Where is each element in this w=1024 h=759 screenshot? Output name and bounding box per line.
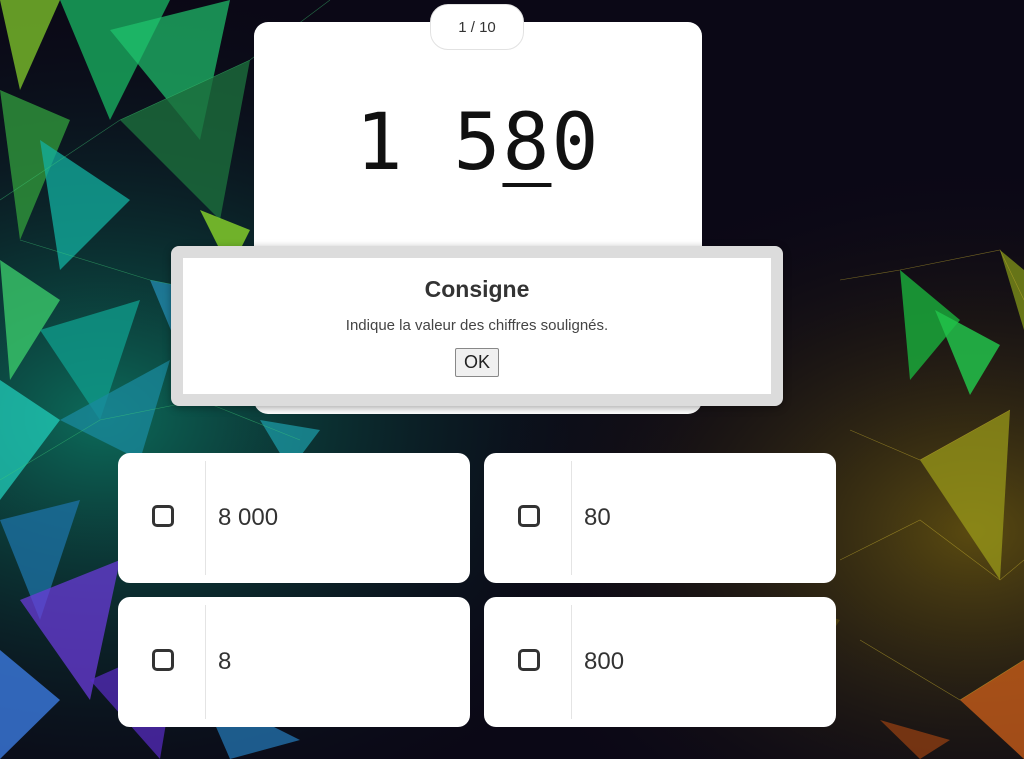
checkbox-icon[interactable] — [518, 649, 540, 671]
underlined-digit: 8 — [502, 98, 552, 188]
answer-option-2[interactable]: 80 — [484, 453, 836, 583]
question-counter: 1 / 10 — [430, 4, 524, 50]
answer-option-4[interactable]: 800 — [484, 597, 836, 727]
option-divider — [205, 461, 206, 575]
dialog-title: Consigne — [424, 276, 530, 302]
answer-label: 8 000 — [218, 504, 279, 531]
answer-label: 8 — [218, 648, 232, 675]
dialog-text: Indique la valeur des chiffres soulignés… — [345, 317, 609, 334]
number-prefix: 1 5 — [355, 98, 503, 188]
answer-label: 800 — [584, 648, 625, 675]
option-divider — [205, 605, 206, 719]
answer-option-1[interactable]: 8 000 — [118, 453, 470, 583]
option-divider — [571, 461, 572, 575]
instruction-dialog-body: Consigne Indique la valeur des chiffres … — [183, 258, 771, 394]
number-suffix: 0 — [551, 98, 601, 188]
instruction-dialog: Consigne Indique la valeur des chiffres … — [171, 246, 783, 406]
number-display: 1 580 — [254, 104, 702, 182]
checkbox-icon[interactable] — [518, 505, 540, 527]
ok-button[interactable]: OK — [454, 348, 499, 377]
answer-label: 80 — [584, 504, 611, 531]
answer-option-3[interactable]: 8 — [118, 597, 470, 727]
checkbox-icon[interactable] — [152, 505, 174, 527]
checkbox-icon[interactable] — [152, 649, 174, 671]
option-divider — [571, 605, 572, 719]
